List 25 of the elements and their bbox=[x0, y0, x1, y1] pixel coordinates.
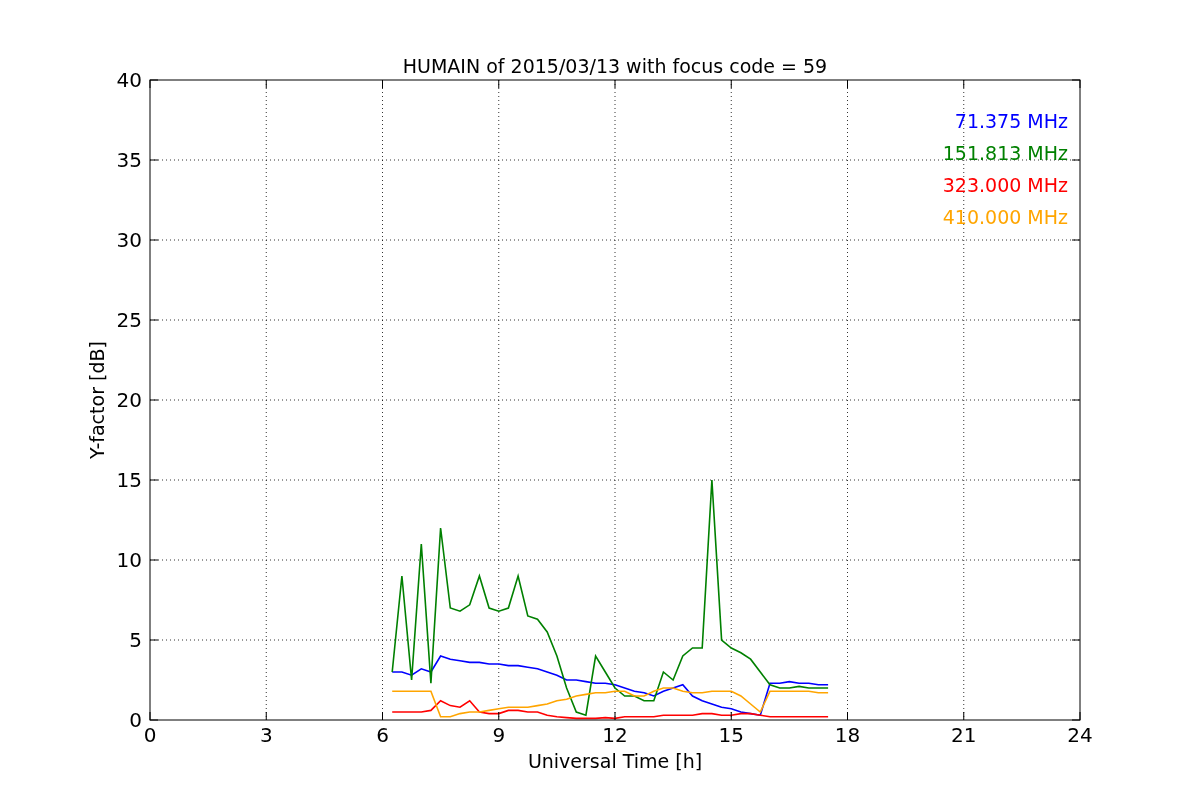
x-tick-label: 0 bbox=[143, 723, 157, 747]
y-axis-label: Y-factor [dB] bbox=[86, 341, 108, 459]
legend-label: 410.000 MHz bbox=[942, 206, 1068, 228]
y-tick-label: 0 bbox=[129, 708, 142, 732]
x-tick-label: 18 bbox=[834, 723, 861, 747]
x-tick-label: 3 bbox=[259, 723, 273, 747]
x-tick-label: 21 bbox=[951, 723, 977, 747]
y-tick-label: 15 bbox=[116, 468, 142, 492]
y-tick-label: 40 bbox=[116, 68, 142, 92]
legend-label: 323.000 MHz bbox=[942, 174, 1068, 196]
y-tick-label: 10 bbox=[116, 548, 142, 572]
legend-label: 151.813 MHz bbox=[942, 142, 1068, 164]
x-tick-label: 9 bbox=[492, 723, 506, 747]
y-tick-label: 30 bbox=[116, 228, 142, 252]
x-tick-label: 24 bbox=[1067, 723, 1093, 747]
y-tick-label: 25 bbox=[116, 308, 142, 332]
x-tick-label: 12 bbox=[602, 723, 628, 747]
x-tick-label: 6 bbox=[376, 723, 389, 747]
x-axis-label: Universal Time [h] bbox=[527, 750, 703, 772]
y-tick-label: 20 bbox=[116, 388, 142, 412]
legend-label: 71.375 MHz bbox=[954, 110, 1068, 132]
y-tick-label: 5 bbox=[129, 628, 142, 652]
x-tick-label: 15 bbox=[718, 723, 744, 747]
y-tick-label: 35 bbox=[116, 148, 142, 172]
chart-title: HUMAIN of 2015/03/13 with focus code = 59 bbox=[402, 55, 828, 77]
